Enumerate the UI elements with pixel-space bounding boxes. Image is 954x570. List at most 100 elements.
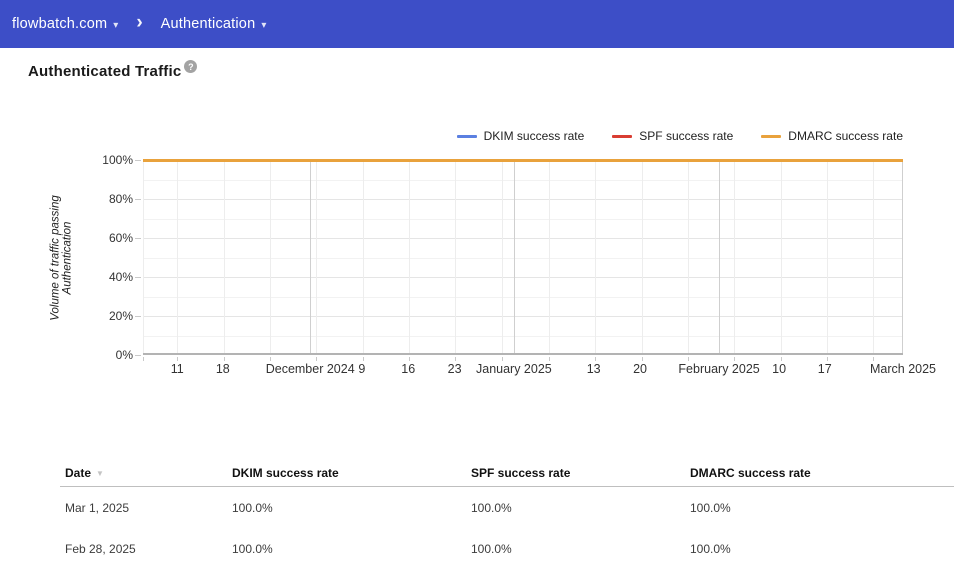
y-axis-title: Volume of traffic passing Authentication	[49, 195, 74, 321]
x-tick-mark	[409, 357, 410, 361]
y-tick-label: 100%	[102, 153, 133, 167]
x-tick-label: 20	[633, 362, 647, 376]
cell-dkim: 100.0%	[232, 500, 273, 515]
x-tick-label: 11	[170, 362, 184, 376]
gridline-weekly	[501, 160, 503, 353]
sort-desc-icon: ▼	[96, 468, 104, 478]
y-tick-mark	[135, 238, 141, 239]
gridline-weekly	[827, 160, 828, 353]
caret-down-icon: ▾	[113, 19, 119, 31]
gridline-weekly	[223, 160, 225, 353]
column-header-dmarc: DMARC success rate	[690, 465, 811, 480]
gridline-weekly	[362, 160, 364, 353]
cell-dmarc: 100.0%	[690, 500, 731, 515]
gridline-weekly	[548, 160, 550, 353]
column-header-date-label: Date	[65, 465, 92, 480]
legend-item-dkim: DKIM success rate	[456, 129, 585, 143]
table-header-row: Date ▼ DKIM success rate SPF success rat…	[60, 459, 954, 487]
x-tick-mark	[548, 357, 550, 361]
x-tick-label: 17	[817, 362, 832, 376]
cell-date: Mar 1, 2025	[65, 500, 130, 515]
postmaster-dashboard: flowbatch.com ▾ › Authentication ▾ Authe…	[0, 0, 954, 570]
x-tick-label: 16	[401, 362, 416, 376]
x-tick-label: 18	[215, 362, 230, 376]
x-tick-label: January 2025	[475, 362, 552, 376]
gridline-weekly	[455, 160, 457, 353]
cell-spf: 100.0%	[471, 541, 512, 556]
caret-down-icon: ▾	[261, 19, 267, 31]
x-tick-mark	[780, 357, 782, 361]
legend-label-dkim: DKIM success rate	[483, 129, 585, 143]
x-tick-mark	[734, 357, 736, 361]
legend-label-dmarc: DMARC success rate	[788, 129, 903, 143]
x-tick-mark	[595, 357, 597, 361]
x-tick-mark	[362, 357, 364, 361]
gridline-weekly	[269, 160, 271, 353]
plot-area	[143, 159, 903, 355]
gridline-horizontal	[143, 257, 903, 259]
page-title: Authenticated Traffic	[28, 63, 182, 80]
column-header-dkim: DKIM success rate	[232, 465, 339, 480]
y-tick-mark	[135, 277, 141, 278]
gridline-weekly	[595, 160, 597, 353]
gridline-weekly	[143, 160, 144, 353]
y-tick-label: 80%	[108, 192, 133, 206]
column-header-date[interactable]: Date ▼	[60, 466, 227, 480]
x-tick-label: February 2025	[678, 362, 760, 376]
x-tick-label: 13	[586, 362, 601, 376]
table-row: Feb 28, 2025 100.0% 100.0% 100.0%	[60, 528, 954, 569]
gridline-horizontal	[143, 238, 903, 239]
cell-dkim: 100.0%	[232, 541, 273, 556]
y-tick-label: 20%	[108, 309, 133, 323]
x-tick-mark	[177, 357, 179, 361]
gridline-weekly	[177, 160, 179, 353]
page-title-row: Authenticated Traffic ?	[28, 60, 198, 80]
y-tick-label: 0%	[115, 348, 133, 362]
dmarc-line-swatch	[761, 134, 782, 138]
legend-item-spf: SPF success rate	[612, 129, 733, 143]
auth-rates-table: Date ▼ DKIM success rate SPF success rat…	[60, 459, 954, 569]
chart-legend: DKIM success rate SPF success rate DMARC…	[456, 129, 903, 143]
series-line-dmarc	[143, 159, 903, 162]
x-tick-mark	[143, 357, 144, 361]
gridline-weekly	[780, 160, 782, 353]
gridline-weekly	[641, 160, 643, 353]
x-tick-mark	[827, 357, 828, 361]
x-tick-mark	[455, 357, 457, 361]
gridline-month-boundary	[513, 160, 515, 353]
column-header-spf: SPF success rate	[471, 465, 571, 480]
domain-dropdown-label: flowbatch.com	[12, 16, 108, 32]
y-tick-label: 60%	[108, 231, 133, 245]
domain-dropdown[interactable]: flowbatch.com ▾	[12, 16, 118, 32]
legend-label-spf: SPF success rate	[639, 129, 734, 143]
gridline-horizontal	[143, 296, 903, 298]
gridline-month-boundary	[310, 160, 312, 353]
breadcrumb-chevron-icon: ›	[136, 11, 143, 33]
gridline-weekly	[316, 160, 318, 353]
x-tick-mark	[269, 357, 271, 361]
gridline-weekly	[734, 160, 736, 353]
gridline-horizontal	[143, 277, 903, 278]
gridline-month-boundary	[719, 160, 721, 353]
section-dropdown-label: Authentication	[160, 16, 256, 32]
x-tick-mark	[316, 357, 318, 361]
gridline-weekly	[409, 160, 410, 353]
section-dropdown[interactable]: Authentication ▾	[161, 16, 267, 32]
x-tick-label: 23	[447, 362, 462, 376]
top-nav-bar: flowbatch.com ▾ › Authentication ▾	[0, 0, 954, 48]
gridline-horizontal	[143, 218, 903, 220]
y-tick-mark	[135, 316, 141, 317]
x-tick-mark	[873, 357, 875, 361]
y-tick-mark	[135, 199, 141, 200]
cell-date: Feb 28, 2025	[65, 541, 136, 556]
x-tick-label: 9	[358, 362, 366, 376]
y-tick-mark	[135, 160, 141, 161]
help-icon[interactable]: ?	[184, 60, 198, 73]
gridline-weekly	[873, 160, 875, 353]
x-tick-label: December 2024	[265, 362, 355, 376]
gridline-horizontal	[143, 199, 903, 200]
x-tick-mark	[501, 357, 503, 361]
x-tick-mark	[641, 357, 643, 361]
x-tick-mark	[687, 357, 689, 361]
x-tick-label: March 2025	[869, 362, 937, 376]
